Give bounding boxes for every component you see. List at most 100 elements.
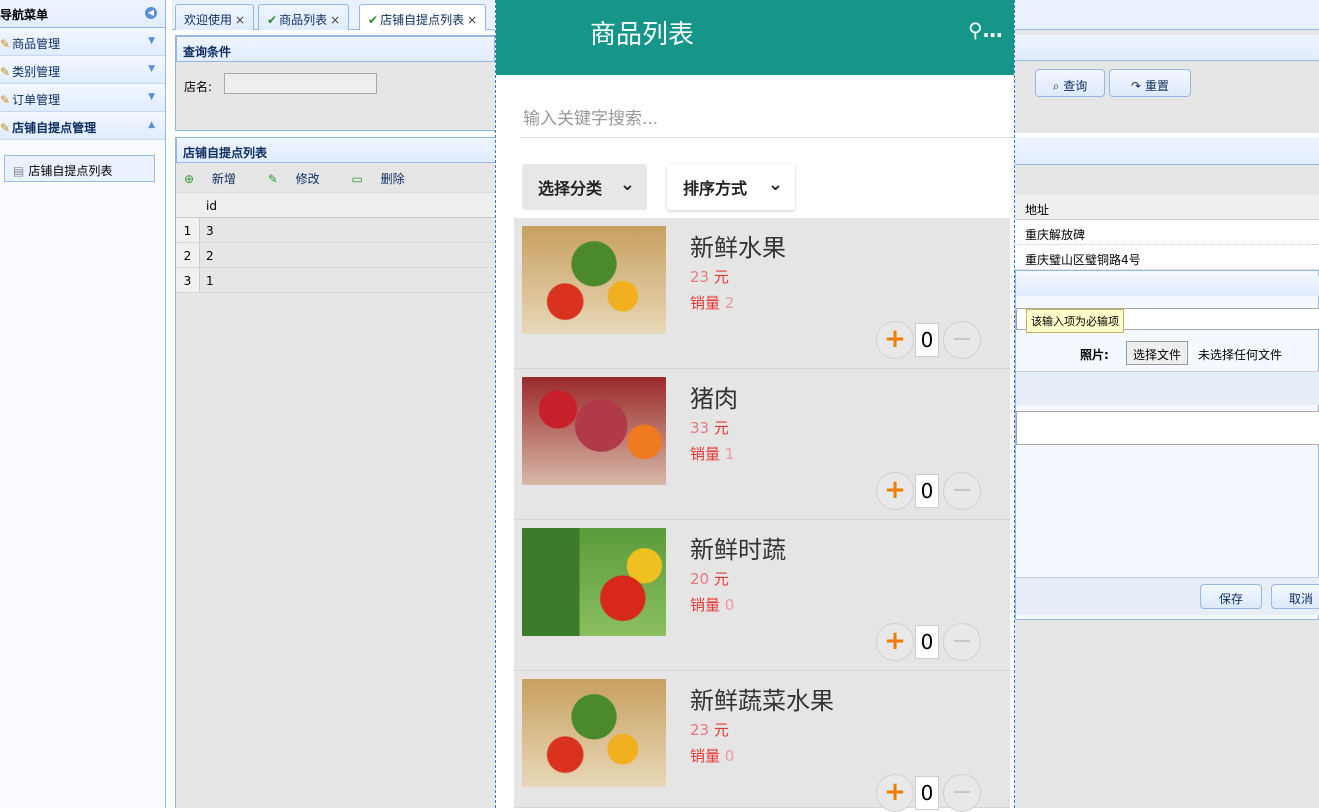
close-icon[interactable]: × [235, 13, 245, 27]
increment-button[interactable]: + [876, 623, 914, 661]
app-header [496, 0, 1014, 75]
product-sales: 销量 0 [690, 745, 734, 766]
tab-label: 店铺自提点列表 [380, 13, 465, 27]
price-value: 20 [690, 570, 710, 588]
increment-button[interactable]: + [876, 774, 914, 812]
textarea-field[interactable] [1016, 411, 1319, 445]
reset-button[interactable]: ↷ 重置 [1109, 69, 1191, 97]
add-button[interactable]: ⊕ 新增 [184, 172, 250, 186]
location-icon[interactable]: ⚲… [968, 18, 1003, 42]
map-pin-icon: ⚲ [968, 18, 983, 42]
product-name: 新鲜蔬菜水果 [690, 687, 834, 715]
list-toolbar: ⊕ 新增 ✎ 修改 ▭ 删除 [176, 163, 496, 193]
sales-value: 2 [724, 294, 735, 312]
category-label: 选择分类 [538, 179, 603, 198]
sort-dropdown[interactable]: 排序方式 ⌄ [667, 164, 795, 210]
decrement-button[interactable]: − [943, 774, 981, 812]
collapse-icon[interactable]: ◀ [145, 7, 157, 19]
product-name: 新鲜时蔬 [690, 536, 786, 564]
product-sales: 销量 2 [690, 292, 734, 313]
list-header-right [1015, 137, 1319, 165]
list-header: 店铺自提点列表 [176, 137, 496, 163]
price-unit: 元 [713, 268, 729, 286]
delete-label: 删除 [380, 172, 405, 186]
nav-group-orders[interactable]: ✎ 订单管理 ▼ [0, 84, 165, 112]
decrement-button[interactable]: − [943, 472, 981, 510]
quantity-field[interactable]: 0 [915, 776, 939, 810]
search-icon: ⌕ [1052, 79, 1060, 93]
table-row[interactable]: 22 [176, 243, 496, 268]
chevron-down-icon: ▼ [148, 92, 155, 102]
search-input[interactable]: 输入关键字搜索... [523, 104, 658, 129]
price-value: 23 [690, 721, 710, 739]
chevron-up-icon: ▲ [148, 120, 155, 130]
decrement-button[interactable]: − [943, 623, 981, 661]
sales-label: 销量 [690, 596, 721, 614]
sales-label: 销量 [690, 294, 721, 312]
nav-header: 导航菜单 ◀ [0, 0, 165, 28]
column-header-address[interactable]: 地址 [1015, 195, 1319, 220]
nav-group-pickup[interactable]: ✎ 店铺自提点管理 ▲ [0, 112, 165, 140]
product-price: 23 元 [690, 266, 729, 287]
close-icon[interactable]: × [467, 13, 477, 27]
sales-label: 销量 [690, 445, 721, 463]
cancel-button[interactable]: 取消 [1271, 584, 1319, 609]
column-header-id[interactable]: id [176, 193, 496, 218]
product-image[interactable] [522, 679, 666, 787]
edit-button[interactable]: ✎ 修改 [268, 172, 334, 186]
chevron-down-icon: ▼ [148, 36, 155, 46]
nav-group-products[interactable]: ✎ 商品管理 ▼ [0, 28, 165, 56]
product-item[interactable]: 新鲜蔬菜水果 23 元 销量 0 + 0 − [514, 671, 1010, 812]
row-number: 1 [176, 218, 200, 242]
tab-products[interactable]: ✔ 商品列表 × [258, 4, 350, 30]
nav-group-categories[interactable]: ✎ 类别管理 ▼ [0, 56, 165, 84]
add-label: 新增 [211, 172, 236, 186]
decrement-button[interactable]: − [943, 321, 981, 359]
cell-address[interactable]: 重庆璧山区璧铜路4号 [1015, 245, 1319, 270]
pencil-icon: ✎ [0, 65, 11, 79]
cell-id: 1 [206, 274, 214, 288]
increment-button[interactable]: + [876, 472, 914, 510]
table-row[interactable]: 31 [176, 268, 496, 293]
table-row[interactable]: 13 [176, 218, 496, 243]
tab-pickup-list[interactable]: ✔ 店铺自提点列表 × [359, 4, 487, 30]
query-header-right [1015, 35, 1319, 61]
delete-button[interactable]: ▭ 删除 [351, 172, 418, 186]
search-underline [520, 137, 1014, 138]
close-icon[interactable]: × [330, 13, 340, 27]
price-unit: 元 [713, 721, 729, 739]
sales-value: 0 [724, 747, 735, 765]
sales-value: 0 [724, 596, 735, 614]
shop-name-input[interactable] [224, 73, 377, 94]
reset-label: 重置 [1144, 79, 1169, 93]
product-item[interactable]: 新鲜水果 23 元 销量 2 + 0 − [514, 218, 1010, 369]
product-image[interactable] [522, 528, 666, 636]
save-button[interactable]: 保存 [1200, 584, 1262, 609]
search-button[interactable]: ⌕ 查询 [1035, 69, 1105, 97]
nav-item-pickup-list[interactable]: ▤ 店铺自提点列表 [4, 155, 155, 182]
product-image[interactable] [522, 377, 666, 485]
price-value: 23 [690, 268, 710, 286]
product-item[interactable]: 猪肉 33 元 销量 1 + 0 − [514, 369, 1010, 520]
file-status: 未选择任何文件 [1198, 348, 1283, 362]
quantity-field[interactable]: 0 [915, 323, 939, 357]
dialog-header [1016, 276, 1319, 296]
add-icon: ⊕ [184, 172, 195, 186]
tab-welcome[interactable]: 欢迎使用 × [175, 4, 255, 30]
edit-dialog: 该输入项为必输项 照片: 选择文件 未选择任何文件 保存 取消 [1015, 270, 1319, 620]
sales-value: 1 [724, 445, 735, 463]
tab-label: 商品列表 [279, 13, 328, 27]
category-dropdown[interactable]: 选择分类 ⌄ [522, 164, 647, 210]
product-image[interactable] [522, 226, 666, 334]
quantity-field[interactable]: 0 [915, 474, 939, 508]
chevron-down-icon: ⌄ [619, 174, 635, 195]
choose-file-button[interactable]: 选择文件 [1126, 341, 1189, 365]
increment-button[interactable]: + [876, 321, 914, 359]
cell-address[interactable]: 重庆解放碑 [1015, 220, 1319, 245]
product-item[interactable]: 新鲜时蔬 20 元 销量 0 + 0 − [514, 520, 1010, 671]
product-sales: 销量 0 [690, 594, 734, 615]
quantity-field[interactable]: 0 [915, 625, 939, 659]
cell-id: 3 [206, 224, 214, 238]
edit-label: 修改 [295, 172, 320, 186]
product-sales: 销量 1 [690, 443, 734, 464]
